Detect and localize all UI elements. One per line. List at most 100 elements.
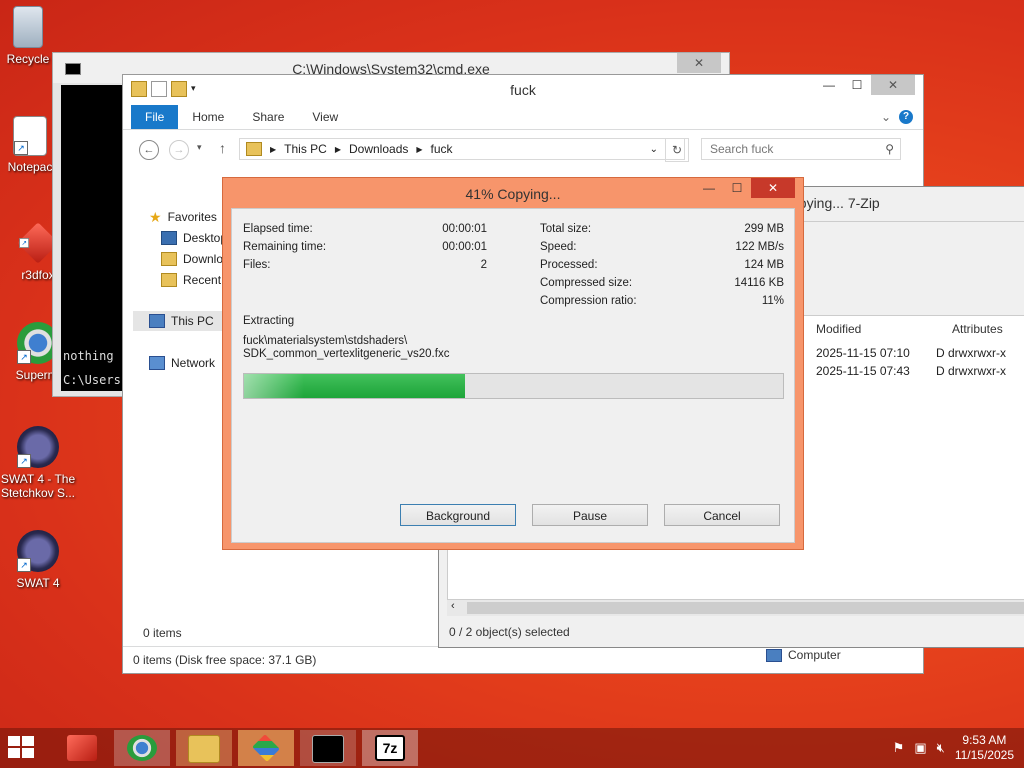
- nav-desktop[interactable]: Desktop: [161, 228, 227, 248]
- tab-view[interactable]: View: [298, 105, 352, 129]
- downloads-icon: [161, 252, 177, 266]
- star-icon: ★: [149, 209, 162, 225]
- taskbar-file-explorer[interactable]: [176, 730, 232, 766]
- recent-places-icon: [161, 273, 177, 287]
- back-icon[interactable]: ←: [139, 140, 159, 160]
- nav-downloads-label: Downlo: [183, 252, 224, 266]
- windows-logo-pane: [22, 748, 34, 758]
- row-attributes[interactable]: D drwxrwxr-x: [936, 364, 1006, 378]
- taskbar-7zip[interactable]: 7z: [362, 730, 418, 766]
- taskbar-supermium[interactable]: [114, 730, 170, 766]
- nav-recent[interactable]: Recent: [161, 270, 221, 290]
- computer-label: Computer: [788, 648, 841, 662]
- nav-this-pc-label: This PC: [171, 314, 214, 328]
- close-icon[interactable]: ✕: [751, 178, 795, 198]
- speed-label: Speed:: [540, 241, 577, 253]
- items-count: 0 items: [143, 626, 182, 640]
- address-bar[interactable]: ▶ This PC ▶ Downloads ▶ fuck ⌄: [239, 138, 685, 160]
- close-icon[interactable]: ✕: [871, 75, 915, 95]
- computer-status: Computer: [766, 648, 841, 662]
- desktop-icon-swat4[interactable]: ↗ SWAT 4: [0, 530, 78, 590]
- folder-icon: [246, 142, 262, 156]
- breadcrumb-sep: ▶: [334, 144, 341, 154]
- row-modified[interactable]: 2025-11-15 07:10: [816, 346, 910, 360]
- flag-icon[interactable]: ⚑: [893, 740, 905, 756]
- cancel-button[interactable]: Cancel: [664, 504, 780, 526]
- scrollbar-thumb[interactable]: [467, 602, 1024, 614]
- search-input[interactable]: Search fuck ⚲: [701, 138, 901, 160]
- breadcrumb-fuck[interactable]: fuck: [431, 142, 453, 156]
- maximize-icon[interactable]: ☐: [843, 75, 871, 95]
- clock[interactable]: 9:53 AM 11/15/2025: [955, 733, 1014, 763]
- recent-locations-icon[interactable]: ▾: [197, 142, 202, 153]
- elapsed-label: Elapsed time:: [243, 223, 313, 235]
- row-modified[interactable]: 2025-11-15 07:43: [816, 364, 910, 378]
- nav-network[interactable]: Network: [149, 353, 215, 373]
- explorer-title: fuck: [510, 82, 536, 98]
- desktop-icon: [161, 231, 177, 245]
- dialog-body: Elapsed time: 00:00:01 Remaining time: 0…: [231, 208, 795, 543]
- breadcrumb-sep: ▶: [416, 144, 423, 154]
- pause-button[interactable]: Pause: [532, 504, 648, 526]
- nav-desktop-label: Desktop: [183, 231, 228, 245]
- refresh-icon[interactable]: ↻: [665, 138, 689, 162]
- help-icon[interactable]: ?: [899, 110, 913, 124]
- column-attributes[interactable]: Attributes: [952, 316, 1003, 342]
- expand-ribbon-icon[interactable]: ⌄: [881, 110, 891, 124]
- nav-favorites[interactable]: ★ Favorites: [149, 207, 217, 227]
- tab-home[interactable]: Home: [178, 105, 238, 129]
- computer-icon: [766, 648, 782, 662]
- folder-icon: [188, 735, 220, 763]
- processed-label: Processed:: [540, 259, 598, 271]
- network-icon[interactable]: ▣: [914, 740, 926, 756]
- breadcrumb-downloads[interactable]: Downloads: [349, 142, 408, 156]
- clock-time: 9:53 AM: [962, 733, 1007, 747]
- system-tray: ⚑ ▣ 🔇︎ 9:53 AM 11/15/2025: [893, 728, 1014, 768]
- breadcrumb-sep: ▶: [270, 144, 277, 154]
- breadcrumb-this-pc[interactable]: This PC: [284, 142, 327, 156]
- windows-logo-pane: [8, 748, 20, 758]
- compression-ratio-value: 11%: [761, 295, 784, 307]
- tab-file[interactable]: File: [131, 105, 179, 129]
- notepad-icon: ↗: [13, 116, 47, 156]
- taskbar-app[interactable]: [238, 730, 294, 766]
- chevron-down-icon[interactable]: ⌄: [650, 144, 658, 155]
- background-button[interactable]: Background: [400, 504, 516, 526]
- close-icon[interactable]: ✕: [677, 53, 721, 73]
- diamond-app-icon: [252, 734, 280, 762]
- swat4-icon: ↗: [17, 530, 59, 572]
- volume-muted-icon[interactable]: 🔇︎: [937, 740, 945, 756]
- horizontal-scrollbar[interactable]: ‹: [447, 599, 1024, 616]
- nav-downloads[interactable]: Downlo: [161, 249, 223, 269]
- tab-share[interactable]: Share: [238, 105, 298, 129]
- compressed-size-label: Compressed size:: [540, 277, 633, 289]
- ribbon-tabs: File Home Share View ⌄ ?: [123, 105, 923, 130]
- minimize-icon[interactable]: —: [695, 178, 723, 198]
- nav-network-label: Network: [171, 356, 216, 370]
- maximize-icon[interactable]: ☐: [723, 178, 751, 198]
- start-button[interactable]: [8, 736, 36, 760]
- up-icon[interactable]: ↑: [219, 140, 226, 156]
- row-attributes[interactable]: D drwxrwxr-x: [936, 346, 1006, 360]
- search-icon[interactable]: ⚲: [885, 139, 894, 159]
- progress-fill: [244, 374, 465, 398]
- computer-icon: [149, 314, 165, 328]
- taskbar-cmd[interactable]: [300, 730, 356, 766]
- files-value: 2: [480, 259, 487, 271]
- taskbar-r3dfox[interactable]: [54, 730, 110, 766]
- copy-progress-dialog[interactable]: 41% Copying... — ☐ ✕ Elapsed time: 00:00…: [222, 177, 804, 550]
- minimize-icon[interactable]: —: [815, 75, 843, 95]
- desktop-icon-swat4-stetchkov[interactable]: ↗ SWAT 4 - The Stetchkov S...: [0, 426, 78, 500]
- cmd-console[interactable]: nothing C:\Users: [61, 85, 123, 391]
- nav-favorites-label: Favorites: [167, 210, 217, 224]
- column-modified[interactable]: Modified: [816, 316, 861, 342]
- current-path-line2: SDK_common_vertexlitgeneric_vs20.fxc: [243, 348, 450, 360]
- forward-icon[interactable]: →: [169, 140, 189, 160]
- remaining-value: 00:00:01: [442, 241, 487, 253]
- explorer-titlebar[interactable]: ▾ fuck — ☐ ✕: [123, 75, 923, 105]
- processed-value: 124 MB: [744, 259, 784, 271]
- progress-bar: [243, 373, 784, 399]
- windows-logo-pane: [8, 736, 20, 746]
- scroll-left-icon[interactable]: ‹: [451, 600, 455, 612]
- remaining-label: Remaining time:: [243, 241, 327, 253]
